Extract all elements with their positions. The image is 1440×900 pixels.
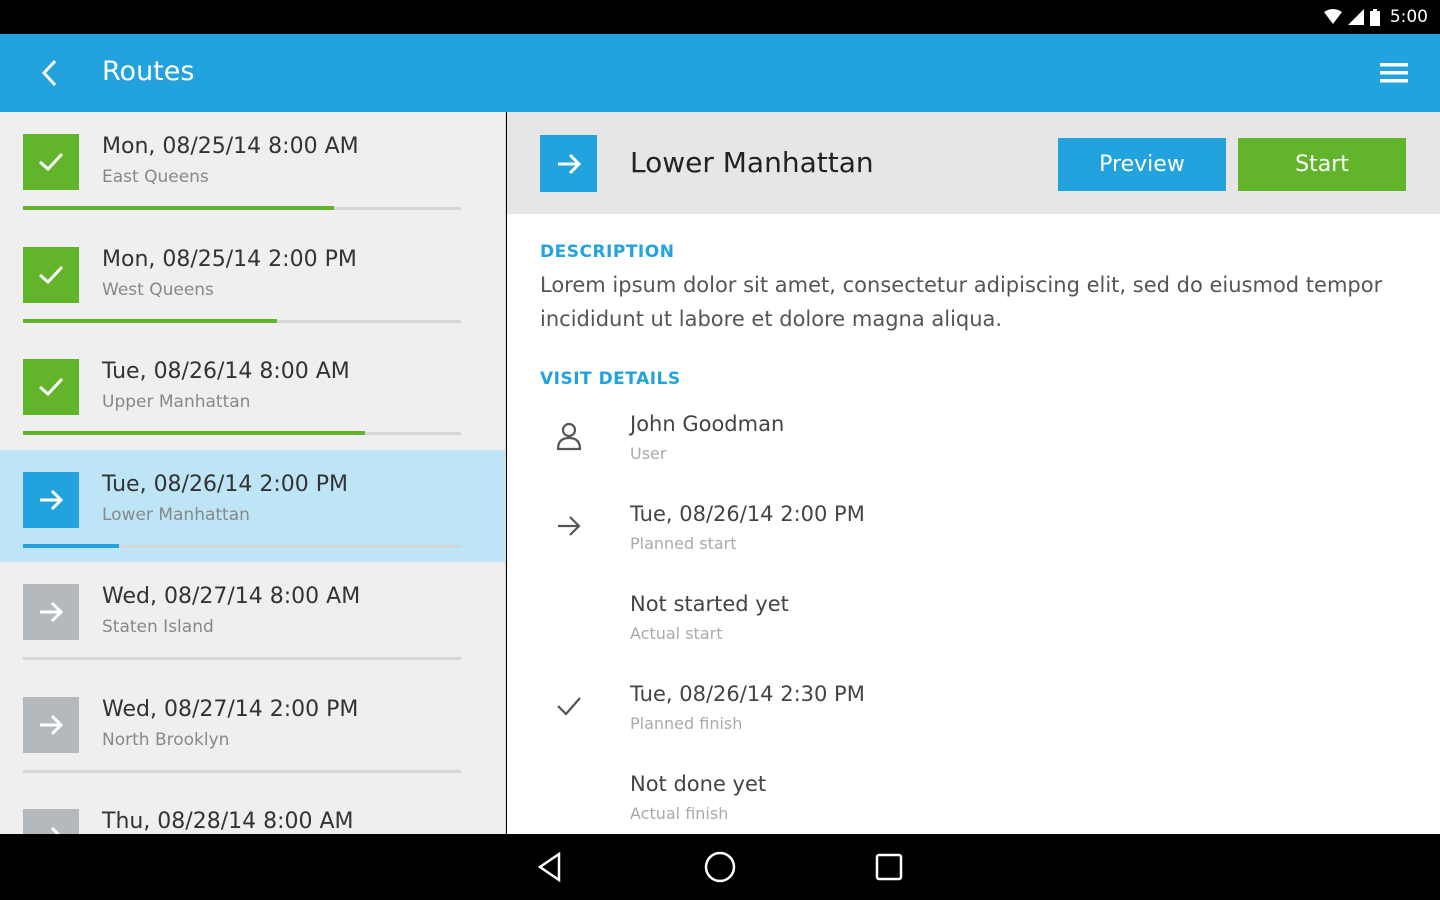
route-status-badge: [23, 584, 79, 640]
route-progress-fill: [23, 543, 120, 548]
preview-button[interactable]: Preview: [1058, 138, 1226, 191]
route-progress-track: [23, 318, 461, 323]
route-area: North Brooklyn: [102, 729, 230, 750]
route-detail: Lower Manhattan Preview Start DESCRIPTIO…: [507, 112, 1440, 834]
visit-detail-actual-start: Not started yet Actual start: [507, 592, 1440, 682]
status-time: 5:00: [1389, 7, 1428, 27]
visit-detail-value: Tue, 08/26/14 2:00 PM: [630, 502, 865, 526]
back-triangle-icon: [537, 851, 561, 883]
route-date: Thu, 08/28/14 8:00 AM: [102, 809, 354, 834]
system-nav-bar: [0, 834, 1440, 900]
route-divider: [23, 657, 461, 660]
chevron-left-icon: [41, 59, 57, 87]
checkmark-icon: [39, 152, 64, 172]
wifi-icon: [1323, 9, 1342, 24]
checkmark-icon: [39, 377, 64, 397]
nav-back-button[interactable]: [531, 847, 571, 887]
user-icon: [556, 422, 582, 451]
route-status-badge: [23, 246, 79, 303]
route-item[interactable]: Mon, 08/25/14 2:00 PM West Queens: [0, 225, 505, 338]
checkmark-icon: [39, 265, 64, 284]
visit-detail-caption: Planned start: [630, 534, 737, 553]
signal-icon: [1347, 9, 1364, 25]
hamburger-menu-icon: [1380, 63, 1408, 83]
menu-button[interactable]: [1376, 55, 1412, 91]
route-divider: [23, 769, 461, 773]
route-area: East Queens: [102, 167, 209, 187]
detail-status-badge: [540, 135, 597, 192]
visit-detail-planned-finish: Tue, 08/26/14 2:30 PM Planned finish: [507, 682, 1440, 772]
visit-detail-value: John Goodman: [630, 412, 785, 436]
routes-list[interactable]: Mon, 08/25/14 8:00 AM East Queens Mon, 0…: [0, 112, 506, 834]
route-item-selected[interactable]: Tue, 08/26/14 2:00 PM Lower Manhattan: [0, 449, 505, 562]
visit-detail-value: Tue, 08/26/14 2:30 PM: [630, 682, 865, 706]
route-item[interactable]: Wed, 08/27/14 8:00 AM Staten Island: [0, 562, 505, 675]
route-date: Mon, 08/25/14 8:00 AM: [102, 134, 359, 159]
route-item[interactable]: Wed, 08/27/14 2:00 PM North Brooklyn: [0, 675, 505, 788]
route-progress-track: [23, 543, 461, 548]
route-progress-track: [23, 431, 461, 435]
nav-home-button[interactable]: [700, 847, 740, 887]
route-area: Upper Manhattan: [102, 392, 251, 412]
arrow-right-icon: [558, 516, 581, 536]
visit-detail-value: Not started yet: [630, 592, 789, 616]
visit-detail-caption: Actual finish: [630, 804, 729, 823]
detail-title: Lower Manhattan: [630, 146, 874, 179]
recents-square-icon: [875, 853, 903, 881]
route-area: West Queens: [102, 279, 214, 300]
route-date: Wed, 08/27/14 2:00 PM: [102, 696, 359, 722]
app-bar: Routes: [0, 34, 1440, 112]
back-button[interactable]: [30, 53, 70, 93]
visit-detail-planned-start: Tue, 08/26/14 2:00 PM Planned start: [507, 502, 1440, 592]
visit-detail-icon: [553, 690, 585, 722]
status-icons: 5:00: [1323, 6, 1428, 28]
arrow-right-icon: [557, 153, 581, 174]
page-title: Routes: [102, 56, 195, 87]
route-date: Mon, 08/25/14 2:00 PM: [102, 246, 357, 272]
route-date: Tue, 08/26/14 2:00 PM: [102, 471, 349, 497]
nav-recents-button[interactable]: [869, 847, 909, 887]
status-bar: 5:00: [0, 0, 1440, 34]
route-progress-fill: [23, 431, 365, 435]
visit-detail-user: John Goodman User: [507, 412, 1440, 502]
home-circle-icon: [704, 851, 736, 883]
detail-header: Lower Manhattan Preview Start: [507, 112, 1440, 214]
visit-detail-icon: [553, 420, 585, 452]
visit-detail-icon: [553, 510, 585, 542]
arrow-right-icon: [40, 601, 64, 623]
route-date: Tue, 08/26/14 8:00 AM: [102, 359, 350, 384]
route-status-badge: [23, 809, 79, 834]
route-progress-fill: [23, 318, 278, 323]
route-date: Wed, 08/27/14 8:00 AM: [102, 584, 361, 609]
route-item[interactable]: Mon, 08/25/14 8:00 AM East Queens: [0, 112, 505, 225]
arrow-right-icon: [40, 489, 64, 510]
visit-detail-caption: User: [630, 444, 667, 463]
battery-icon: [1369, 8, 1380, 26]
route-status-badge: [23, 696, 79, 753]
visit-detail-caption: Actual start: [630, 624, 723, 643]
arrow-right-icon: [40, 714, 64, 735]
visit-detail-value: Not done yet: [630, 772, 767, 796]
visit-detail-actual-finish: Not done yet Actual finish: [507, 772, 1440, 834]
arrow-right-icon: [50, 826, 61, 834]
description-text: Lorem ipsum dolor sit amet, consectetur …: [540, 273, 1383, 331]
visit-detail-caption: Planned finish: [630, 714, 743, 733]
route-item[interactable]: Tue, 08/26/14 8:00 AM Upper Manhattan: [0, 337, 505, 450]
route-status-badge: [23, 359, 79, 415]
route-progress-fill: [23, 206, 334, 210]
route-progress-track: [23, 206, 461, 210]
route-area: Lower Manhattan: [102, 504, 250, 525]
checkmark-icon: [557, 697, 581, 716]
route-status-badge: [23, 471, 79, 528]
route-item[interactable]: Thu, 08/28/14 8:00 AM: [0, 787, 505, 834]
route-status-badge: [23, 134, 79, 190]
visit-details-heading: VISIT DETAILS: [540, 369, 681, 389]
start-button[interactable]: Start: [1238, 138, 1406, 191]
route-area: Staten Island: [102, 617, 214, 637]
description-heading: DESCRIPTION: [540, 242, 675, 262]
